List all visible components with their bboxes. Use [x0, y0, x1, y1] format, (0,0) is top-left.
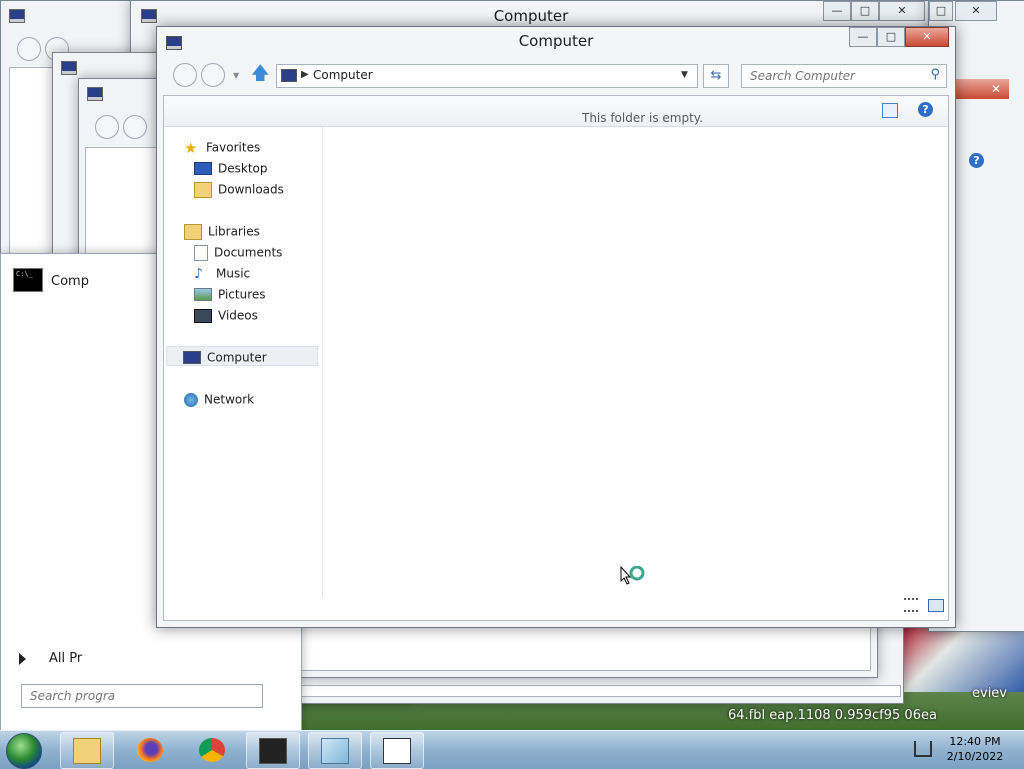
chrome-icon — [199, 738, 225, 762]
nav-downloads[interactable]: Downloads — [194, 179, 284, 199]
start-menu-item-label[interactable]: Comp — [51, 274, 89, 289]
address-bar[interactable]: ▶ Computer ▼ — [276, 64, 698, 88]
clock-time: 12:40 PM — [949, 735, 1001, 748]
computer-icon — [9, 9, 25, 23]
content-area: ? ★ Favorites Desktop Downloads Libraries… — [163, 95, 949, 621]
forward-button[interactable] — [201, 63, 225, 87]
taskbar-notepad-button[interactable] — [308, 732, 362, 769]
nav-videos[interactable]: Videos — [194, 305, 258, 325]
refresh-button[interactable]: ⇆ — [703, 64, 729, 88]
system-clock[interactable]: 12:40 PM 2/10/2022 — [940, 734, 1010, 764]
videos-icon — [194, 308, 212, 323]
all-programs-link[interactable]: All Pr — [49, 651, 82, 666]
nav-desktop[interactable]: Desktop — [194, 158, 268, 178]
computer-icon — [183, 351, 201, 364]
empty-folder-message: This folder is empty. — [582, 111, 703, 125]
nav-computer[interactable]: Computer — [166, 346, 318, 366]
minimize-button[interactable]: — — [849, 27, 877, 47]
command-bar: ? — [164, 96, 948, 127]
network-tray-icon[interactable] — [914, 741, 932, 757]
recent-pages-dropdown-icon[interactable]: ▼ — [233, 71, 239, 80]
nav-documents[interactable]: Documents — [194, 242, 282, 262]
network-icon — [184, 392, 198, 407]
clock-date: 2/10/2022 — [946, 750, 1004, 763]
navigation-pane: ★ Favorites Desktop Downloads Libraries D… — [164, 127, 323, 597]
search-input[interactable] — [742, 65, 927, 87]
desktop-icon — [194, 162, 212, 175]
taskbar-chrome-button[interactable] — [186, 732, 240, 769]
minimize-button[interactable]: — — [823, 1, 851, 21]
breadcrumb-computer[interactable]: Computer — [313, 68, 373, 82]
details-view-icon[interactable] — [904, 598, 918, 612]
large-icons-view-icon[interactable] — [927, 599, 944, 612]
nav-favorites[interactable]: ★ Favorites — [184, 137, 260, 157]
start-search-box[interactable] — [21, 684, 263, 708]
nav-pictures[interactable]: Pictures — [194, 284, 266, 304]
pictures-icon — [194, 288, 212, 301]
busy-cursor-icon — [620, 566, 645, 585]
dosbox-icon — [259, 738, 287, 764]
navigation-bar: ▼ 🡅 ▶ Computer ▼ ⇆ ⚲ — [163, 61, 949, 89]
taskbar-dosbox-button[interactable] — [246, 732, 300, 769]
documents-icon — [194, 244, 208, 261]
computer-icon — [281, 69, 297, 82]
maximize-button[interactable]: □ — [877, 27, 905, 47]
taskbar-calculator-button[interactable] — [370, 732, 424, 769]
search-icon[interactable]: ⚲ — [930, 67, 940, 82]
maximize-button[interactable]: □ — [851, 1, 879, 21]
desktop-side-label: eviev — [972, 686, 1007, 701]
music-note-icon: ♪ — [194, 265, 203, 282]
nav-libraries[interactable]: Libraries — [184, 221, 260, 241]
address-dropdown-icon[interactable]: ▼ — [681, 70, 688, 80]
breadcrumb-arrow-icon[interactable]: ▶ — [301, 69, 309, 80]
computer-icon — [87, 87, 103, 101]
taskbar: 12:40 PM 2/10/2022 — [0, 730, 1024, 769]
back-button[interactable] — [173, 63, 197, 87]
taskbar-explorer-button[interactable] — [60, 732, 114, 769]
close-button[interactable]: ✕ — [955, 1, 997, 21]
forward-button[interactable] — [123, 115, 147, 139]
star-icon: ★ — [184, 138, 198, 157]
desktop-file-label: 64.fbl eap.1108 0.959cf95 06ea — [728, 708, 937, 723]
folder-icon — [73, 738, 101, 764]
maximize-button[interactable]: □ — [929, 1, 953, 21]
start-button[interactable] — [6, 733, 42, 769]
nav-music[interactable]: ♪ Music — [194, 263, 250, 283]
search-box[interactable]: ⚲ — [741, 64, 947, 88]
command-prompt-icon[interactable]: C:\_ — [13, 268, 43, 292]
close-button[interactable]: ✕ — [879, 1, 925, 21]
window-title: Computer — [493, 7, 569, 25]
view-toggles — [904, 598, 944, 615]
back-button[interactable] — [17, 37, 41, 61]
window-title: Computer — [518, 32, 594, 50]
firefox-icon — [137, 738, 163, 762]
downloads-folder-icon — [194, 181, 212, 198]
libraries-icon — [184, 223, 202, 240]
explorer-window[interactable]: Computer — □ ✕ ▼ 🡅 ▶ Computer ▼ ⇆ ⚲ ? ★F… — [156, 26, 956, 628]
help-icon[interactable]: ? — [969, 153, 984, 168]
up-arrow-icon[interactable]: 🡅 — [251, 65, 270, 83]
all-programs-arrow-icon[interactable] — [19, 653, 26, 665]
window-grid-icon — [383, 738, 411, 764]
taskbar-firefox-button[interactable] — [124, 732, 178, 769]
computer-icon — [61, 61, 77, 75]
nav-network[interactable]: Network — [184, 389, 254, 409]
notepad-icon — [321, 738, 349, 764]
close-button[interactable]: ✕ — [905, 27, 949, 47]
start-search-input[interactable] — [22, 685, 262, 707]
help-icon[interactable]: ? — [918, 102, 933, 117]
preview-pane-icon[interactable] — [882, 103, 898, 118]
back-button[interactable] — [95, 115, 119, 139]
